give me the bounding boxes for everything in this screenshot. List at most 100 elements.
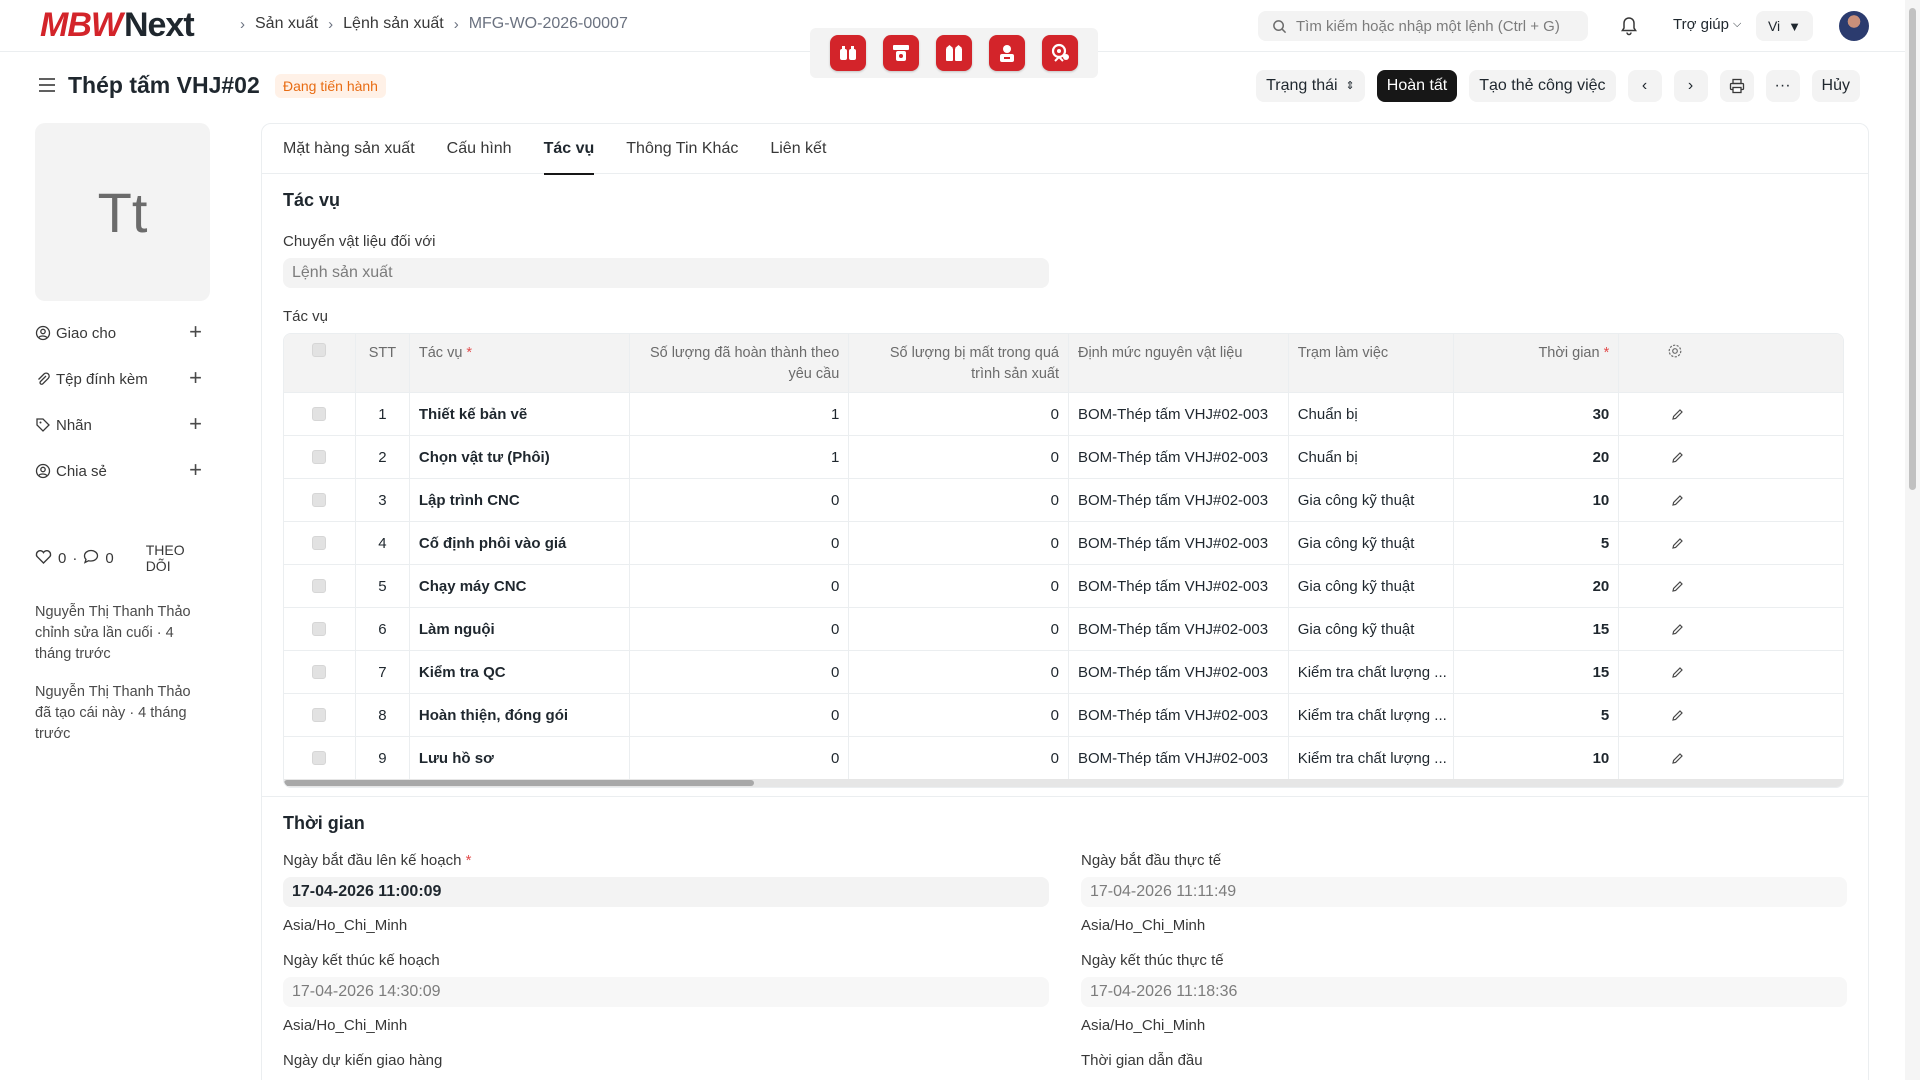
- sidebar-toggle-icon[interactable]: [38, 77, 56, 98]
- edit-row-icon[interactable]: [1619, 479, 1843, 521]
- row-checkbox[interactable]: [284, 436, 356, 478]
- vertical-scrollbar[interactable]: [1905, 0, 1920, 1080]
- app-shortcut-2-icon[interactable]: [883, 35, 920, 71]
- breadcrumb-item-manufacturing[interactable]: Sản xuất: [255, 15, 318, 33]
- table-row[interactable]: 7 Kiểm tra QC 0 0 BOM-Thép tấm VHJ#02-003 Kiể…: [284, 650, 1843, 693]
- cell-operation[interactable]: Chạy máy CNC: [410, 565, 630, 607]
- cell-operation[interactable]: Hoàn thiện, đóng gói: [410, 694, 630, 736]
- horizontal-scrollbar[interactable]: [284, 779, 1843, 787]
- cell-lost-qty[interactable]: 0: [849, 522, 1069, 564]
- cell-workstation[interactable]: Gia công kỹ thuật: [1289, 608, 1455, 650]
- table-row[interactable]: 1 Thiết kế bản vẽ 1 0 BOM-Thép tấm VHJ#02-00…: [284, 392, 1843, 435]
- tab-connections[interactable]: Liên kết: [770, 124, 826, 174]
- table-row[interactable]: 9 Lưu hồ sơ 0 0 BOM-Thép tấm VHJ#02-003 Kiểm …: [284, 736, 1843, 779]
- follow-button[interactable]: THEO DÕI: [146, 542, 210, 574]
- cell-completed-qty[interactable]: 0: [630, 737, 850, 779]
- edit-row-icon[interactable]: [1619, 608, 1843, 650]
- cell-completed-qty[interactable]: 1: [630, 393, 850, 435]
- cell-workstation[interactable]: Gia công kỹ thuật: [1289, 565, 1455, 607]
- next-record-button[interactable]: ›: [1673, 70, 1708, 102]
- cell-lost-qty[interactable]: 0: [849, 651, 1069, 693]
- edit-row-icon[interactable]: [1619, 565, 1843, 607]
- cell-lost-qty[interactable]: 0: [849, 393, 1069, 435]
- cell-bom[interactable]: BOM-Thép tấm VHJ#02-003: [1069, 436, 1289, 478]
- cell-bom[interactable]: BOM-Thép tấm VHJ#02-003: [1069, 608, 1289, 650]
- row-checkbox[interactable]: [284, 694, 356, 736]
- table-row[interactable]: 3 Lập trình CNC 0 0 BOM-Thép tấm VHJ#02-003 G…: [284, 478, 1843, 521]
- table-row[interactable]: 5 Chạy máy CNC 0 0 BOM-Thép tấm VHJ#02-003 Gi…: [284, 564, 1843, 607]
- cell-lost-qty[interactable]: 0: [849, 479, 1069, 521]
- table-row[interactable]: 2 Chọn vật tư (Phôi) 1 0 BOM-Thép tấm VHJ#02…: [284, 435, 1843, 478]
- cell-operation[interactable]: Kiểm tra QC: [410, 651, 630, 693]
- cell-lost-qty[interactable]: 0: [849, 737, 1069, 779]
- tab-configuration[interactable]: Cấu hình: [447, 124, 512, 174]
- scrollbar-thumb[interactable]: [1909, 8, 1916, 490]
- table-row[interactable]: 8 Hoàn thiện, đóng gói 0 0 BOM-Thép tấm VHJ#…: [284, 693, 1843, 736]
- cell-workstation[interactable]: Chuẩn bị: [1289, 436, 1455, 478]
- sidebar-item-assign[interactable]: Giao cho +: [35, 310, 210, 356]
- plus-icon[interactable]: +: [189, 413, 202, 435]
- row-checkbox[interactable]: [284, 565, 356, 607]
- table-row[interactable]: 6 Làm nguội 0 0 BOM-Thép tấm VHJ#02-003 Gia c…: [284, 607, 1843, 650]
- cell-workstation[interactable]: Gia công kỹ thuật: [1289, 522, 1455, 564]
- edit-row-icon[interactable]: [1619, 651, 1843, 693]
- cell-time[interactable]: 30: [1454, 393, 1620, 435]
- cell-bom[interactable]: BOM-Thép tấm VHJ#02-003: [1069, 651, 1289, 693]
- cell-completed-qty[interactable]: 0: [630, 522, 850, 564]
- cell-operation[interactable]: Thiết kế bản vẽ: [410, 393, 630, 435]
- create-job-card-button[interactable]: Tạo thẻ công việc: [1469, 70, 1616, 102]
- language-selector[interactable]: Vi ▼: [1756, 11, 1813, 41]
- cell-completed-qty[interactable]: 0: [630, 565, 850, 607]
- table-row[interactable]: 4 Cố định phôi vào giá 0 0 BOM-Thép tấm VHJ#…: [284, 521, 1843, 564]
- cell-completed-qty[interactable]: 0: [630, 479, 850, 521]
- row-checkbox[interactable]: [284, 651, 356, 693]
- cell-lost-qty[interactable]: 0: [849, 608, 1069, 650]
- cell-operation[interactable]: Chọn vật tư (Phôi): [410, 436, 630, 478]
- sidebar-item-tags[interactable]: Nhãn +: [35, 402, 210, 448]
- app-shortcut-4-icon[interactable]: [988, 35, 1025, 71]
- edit-row-icon[interactable]: [1619, 694, 1843, 736]
- prev-record-button[interactable]: ‹: [1627, 70, 1662, 102]
- cell-time[interactable]: 10: [1454, 479, 1620, 521]
- transfer-material-against-field[interactable]: Lệnh sản xuất: [283, 258, 1049, 288]
- cell-bom[interactable]: BOM-Thép tấm VHJ#02-003: [1069, 393, 1289, 435]
- cell-operation[interactable]: Cố định phôi vào giá: [410, 522, 630, 564]
- cell-time[interactable]: 5: [1454, 694, 1620, 736]
- sidebar-item-attachments[interactable]: Tệp đính kèm +: [35, 356, 210, 402]
- plus-icon[interactable]: +: [189, 367, 202, 389]
- cell-time[interactable]: 10: [1454, 737, 1620, 779]
- cell-lost-qty[interactable]: 0: [849, 694, 1069, 736]
- cell-completed-qty[interactable]: 0: [630, 608, 850, 650]
- cell-completed-qty[interactable]: 1: [630, 436, 850, 478]
- column-settings-icon[interactable]: [1619, 334, 1843, 392]
- print-button[interactable]: [1719, 70, 1754, 102]
- user-avatar[interactable]: [1839, 11, 1869, 41]
- plus-icon[interactable]: +: [189, 321, 202, 343]
- search-input[interactable]: Tìm kiếm hoặc nhập một lệnh (Ctrl + G): [1258, 11, 1588, 41]
- cell-time[interactable]: 5: [1454, 522, 1620, 564]
- help-dropdown[interactable]: Trợ giúp ⌵: [1673, 16, 1741, 33]
- breadcrumb-item-work-order[interactable]: Lệnh sản xuất: [343, 15, 444, 33]
- row-checkbox[interactable]: [284, 608, 356, 650]
- row-checkbox[interactable]: [284, 737, 356, 779]
- cell-time[interactable]: 15: [1454, 651, 1620, 693]
- cell-time[interactable]: 20: [1454, 565, 1620, 607]
- cell-time[interactable]: 15: [1454, 608, 1620, 650]
- app-shortcut-1-icon[interactable]: [830, 35, 867, 71]
- notification-bell-icon[interactable]: [1620, 16, 1638, 41]
- sidebar-item-share[interactable]: Chia sẻ +: [35, 448, 210, 494]
- cell-lost-qty[interactable]: 0: [849, 436, 1069, 478]
- plus-icon[interactable]: +: [189, 459, 202, 481]
- edit-row-icon[interactable]: [1619, 436, 1843, 478]
- planned-start-date-field[interactable]: 17-04-2026 11:00:09: [283, 877, 1049, 907]
- cell-completed-qty[interactable]: 0: [630, 694, 850, 736]
- status-dropdown-button[interactable]: Trạng thái ⇕: [1256, 70, 1365, 102]
- cell-workstation[interactable]: Chuẩn bị: [1289, 393, 1455, 435]
- cell-operation[interactable]: Lưu hồ sơ: [410, 737, 630, 779]
- cell-lost-qty[interactable]: 0: [849, 565, 1069, 607]
- cell-operation[interactable]: Làm nguội: [410, 608, 630, 650]
- cell-bom[interactable]: BOM-Thép tấm VHJ#02-003: [1069, 479, 1289, 521]
- cell-bom[interactable]: BOM-Thép tấm VHJ#02-003: [1069, 737, 1289, 779]
- tab-production-item[interactable]: Mặt hàng sản xuất: [283, 124, 415, 174]
- cell-workstation[interactable]: Kiểm tra chất lượng ...: [1289, 737, 1455, 779]
